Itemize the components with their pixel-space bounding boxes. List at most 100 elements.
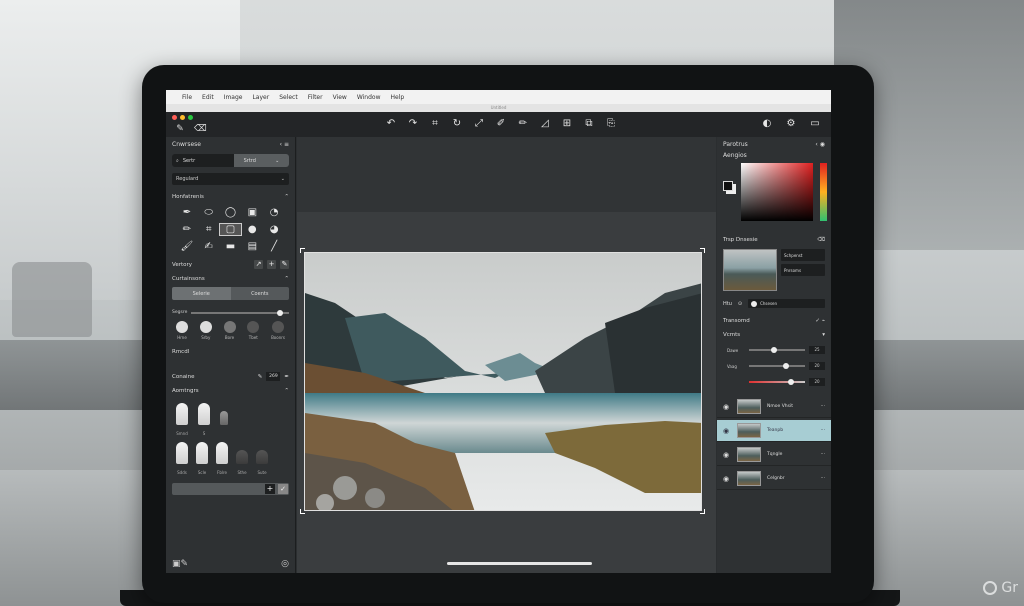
eye-icon[interactable]: ◉	[723, 475, 731, 483]
crop-handle[interactable]	[300, 509, 305, 514]
mode-select[interactable]: Srtrd ⌄	[234, 154, 289, 167]
pen-icon[interactable]: ✎	[258, 374, 263, 380]
line-tool-icon[interactable]: ╱	[263, 241, 285, 252]
stamp-icon[interactable]: ⊞	[561, 118, 573, 130]
preview-thumbnail[interactable]	[723, 249, 777, 291]
chevron-left-icon[interactable]: ‹	[280, 141, 282, 148]
search-input[interactable]: ⌕ Sertr	[172, 154, 234, 167]
eyedropper-tool-icon[interactable]: ✒	[176, 207, 198, 218]
export-icon[interactable]: ⎘	[605, 118, 617, 130]
brush-type-dropdown[interactable]: Regulard ⌄	[172, 173, 289, 185]
layers-icon[interactable]: ⧉	[583, 118, 595, 130]
segment-b[interactable]: Coents	[230, 287, 289, 300]
preview-value[interactable]: Pnrsoms	[781, 264, 825, 276]
menu-window[interactable]: Window	[357, 94, 381, 101]
add-preset-icon[interactable]: +	[265, 484, 275, 494]
panels-icon[interactable]: ▭	[809, 118, 821, 130]
slider-knob[interactable]	[771, 347, 778, 353]
slider-knob[interactable]	[788, 379, 795, 385]
history-expand-icon[interactable]: ↗	[254, 260, 263, 269]
menu-help[interactable]: Help	[391, 94, 405, 101]
preset-swatch[interactable]	[176, 403, 188, 425]
minimize-window-button[interactable]	[180, 115, 185, 120]
hue-adjust-slider[interactable]	[749, 379, 805, 385]
frame-tool-icon[interactable]: ▣	[241, 207, 263, 218]
rect-tool-icon[interactable]: ▬	[220, 241, 242, 252]
fill-slider[interactable]	[749, 363, 805, 369]
eyedropper-icon[interactable]: ✒	[284, 374, 289, 380]
zoom-window-button[interactable]	[188, 115, 193, 120]
menu-filter[interactable]: Filter	[308, 94, 323, 101]
undo-icon[interactable]: ↶	[385, 118, 397, 130]
menu-image[interactable]: Image	[224, 94, 243, 101]
select-tool-icon[interactable]: ▢	[218, 223, 243, 236]
brush-preset[interactable]: Hrne	[176, 321, 188, 340]
brush-preset[interactable]: Srby	[199, 321, 212, 340]
foreground-swatch[interactable]	[723, 181, 733, 191]
preview-value[interactable]: Schpenst	[781, 249, 825, 261]
brush-icon[interactable]: ✎	[181, 559, 189, 569]
landscape-photo[interactable]	[304, 252, 702, 511]
burn-tool-icon[interactable]: ◕	[263, 224, 285, 235]
layer-row[interactable]: ◉ Celgnbr ⋯	[717, 468, 831, 490]
hue-slider[interactable]	[820, 163, 827, 221]
menu-file[interactable]: File	[182, 94, 192, 101]
confirm-icon[interactable]: ✓	[278, 484, 288, 494]
preset-swatch[interactable]	[176, 442, 188, 464]
lasso-tool-icon[interactable]: ⬭	[198, 207, 220, 218]
pencil-tool-icon[interactable]: ✏	[176, 224, 198, 235]
crop-handle[interactable]	[300, 248, 305, 253]
rotate-icon[interactable]: ↻	[451, 118, 463, 130]
menu-select[interactable]: Select	[279, 94, 298, 101]
color-value[interactable]: 269	[266, 372, 281, 381]
gear-icon[interactable]: ⚙	[785, 118, 797, 130]
ellipse-tool-icon[interactable]: ◯	[220, 207, 242, 218]
pencil-icon[interactable]: ✏	[517, 118, 529, 130]
preset-swatch[interactable]	[216, 442, 228, 464]
brush-preset[interactable]: Tbet	[247, 321, 260, 340]
brush-small-icon[interactable]: ✎	[280, 260, 289, 269]
preset-swatch[interactable]	[256, 450, 268, 464]
tools-section-header[interactable]: Honfatrenis ⌃	[166, 191, 295, 203]
trash-icon[interactable]: ⌫	[817, 237, 825, 243]
curtains-section-header[interactable]: Curtainsons ⌃	[166, 273, 295, 285]
crop-handle[interactable]	[700, 248, 705, 253]
slider-value[interactable]: 25	[809, 346, 825, 354]
fx-field[interactable]: Chsesen	[748, 299, 825, 308]
slider-knob[interactable]	[782, 363, 789, 369]
check-icon[interactable]: ✓	[815, 318, 820, 324]
menu-layer[interactable]: Layer	[252, 94, 269, 101]
eye-icon[interactable]: ◉	[723, 403, 731, 411]
preset-swatch[interactable]	[220, 411, 228, 425]
pen-icon[interactable]: ✎	[174, 123, 186, 135]
close-window-button[interactable]	[172, 115, 177, 120]
more-icon[interactable]: ⋯	[821, 404, 826, 409]
brush-preset[interactable]: Boonrs	[271, 321, 285, 340]
brush-tool-icon[interactable]: 🖌︎	[176, 241, 198, 252]
image-tool-icon[interactable]: ▤	[241, 241, 263, 252]
layer-row[interactable]: ◉ Tqngle ⋯	[717, 444, 831, 466]
more-icon[interactable]: ⋯	[821, 452, 826, 457]
menu-view[interactable]: View	[333, 94, 347, 101]
canvas-area[interactable]	[297, 137, 716, 573]
brush-preset[interactable]: Bore	[223, 321, 236, 340]
preset-swatch[interactable]	[196, 442, 208, 464]
presets-section-header[interactable]: Aomtngrs ⌃	[166, 385, 295, 397]
save-icon[interactable]: ▣	[172, 559, 181, 569]
visibility-icon[interactable]: ⊙	[738, 301, 742, 307]
eraser-icon[interactable]: ⌫	[194, 123, 207, 135]
slider-value[interactable]: 20	[809, 378, 825, 386]
slider-value[interactable]: 20	[809, 362, 825, 370]
preset-swatch[interactable]	[236, 450, 248, 464]
crop-icon[interactable]: ⌗	[429, 118, 441, 130]
eye-icon[interactable]: ◉	[723, 451, 731, 459]
options-icon[interactable]: ◉	[820, 141, 825, 148]
smudge-tool-icon[interactable]: ✍︎	[198, 241, 220, 252]
eye-icon[interactable]: ◉	[723, 427, 731, 435]
dodge-tool-icon[interactable]: ●	[241, 224, 263, 235]
eraser-tool-icon[interactable]: ◿	[539, 118, 551, 130]
crop-handle[interactable]	[700, 509, 705, 514]
redo-icon[interactable]: ↷	[407, 118, 419, 130]
home-indicator[interactable]	[447, 562, 592, 565]
size-slider[interactable]	[191, 309, 289, 316]
